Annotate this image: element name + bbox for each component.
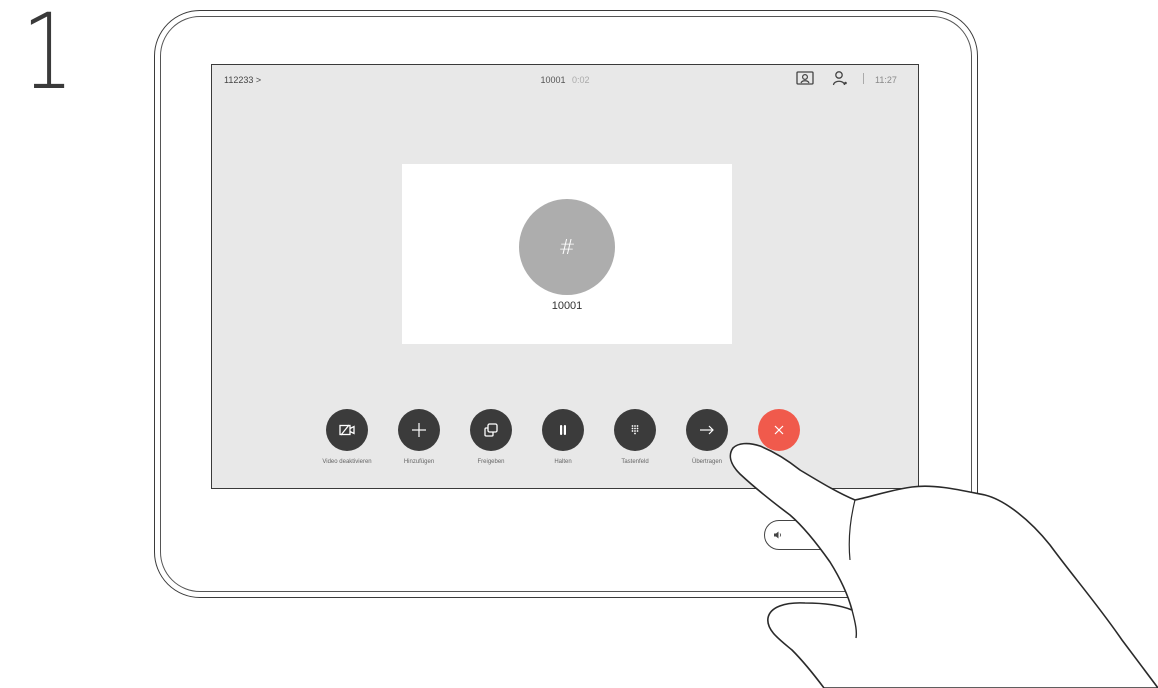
step-number: 1 [22,0,74,113]
plus-icon [412,423,426,437]
add-button[interactable] [398,409,440,451]
status-divider [863,73,864,84]
video-off-icon [339,424,355,436]
card-number: 10001 [551,300,583,312]
selfview-icon[interactable] [796,71,814,85]
transfer-label: Übertragen [691,459,723,465]
person-icon[interactable] [832,70,848,86]
video-off-button[interactable] [326,409,368,451]
clock: 11:27 [875,75,897,85]
touch-screen: 112233 > 10001 0:02 11:27 # 10001 Video … [211,64,919,489]
share-icon [484,423,498,437]
end-call-button[interactable] [758,409,800,451]
volume-control[interactable] [764,520,854,550]
keypad-button[interactable] [614,409,656,451]
arrow-right-icon [700,425,714,435]
share-button[interactable] [470,409,512,451]
speaker-icon [774,531,782,539]
call-card: # 10001 [402,164,732,344]
call-number: 10001 [540,75,566,85]
avatar: # [519,199,615,295]
transfer-button[interactable] [686,409,728,451]
keypad-icon [631,425,639,435]
close-icon [774,425,784,435]
hold-button[interactable] [542,409,584,451]
pause-icon [560,425,566,435]
call-timer: 0:02 [572,75,590,85]
status-bar: 112233 > 10001 0:02 11:27 [212,65,918,93]
